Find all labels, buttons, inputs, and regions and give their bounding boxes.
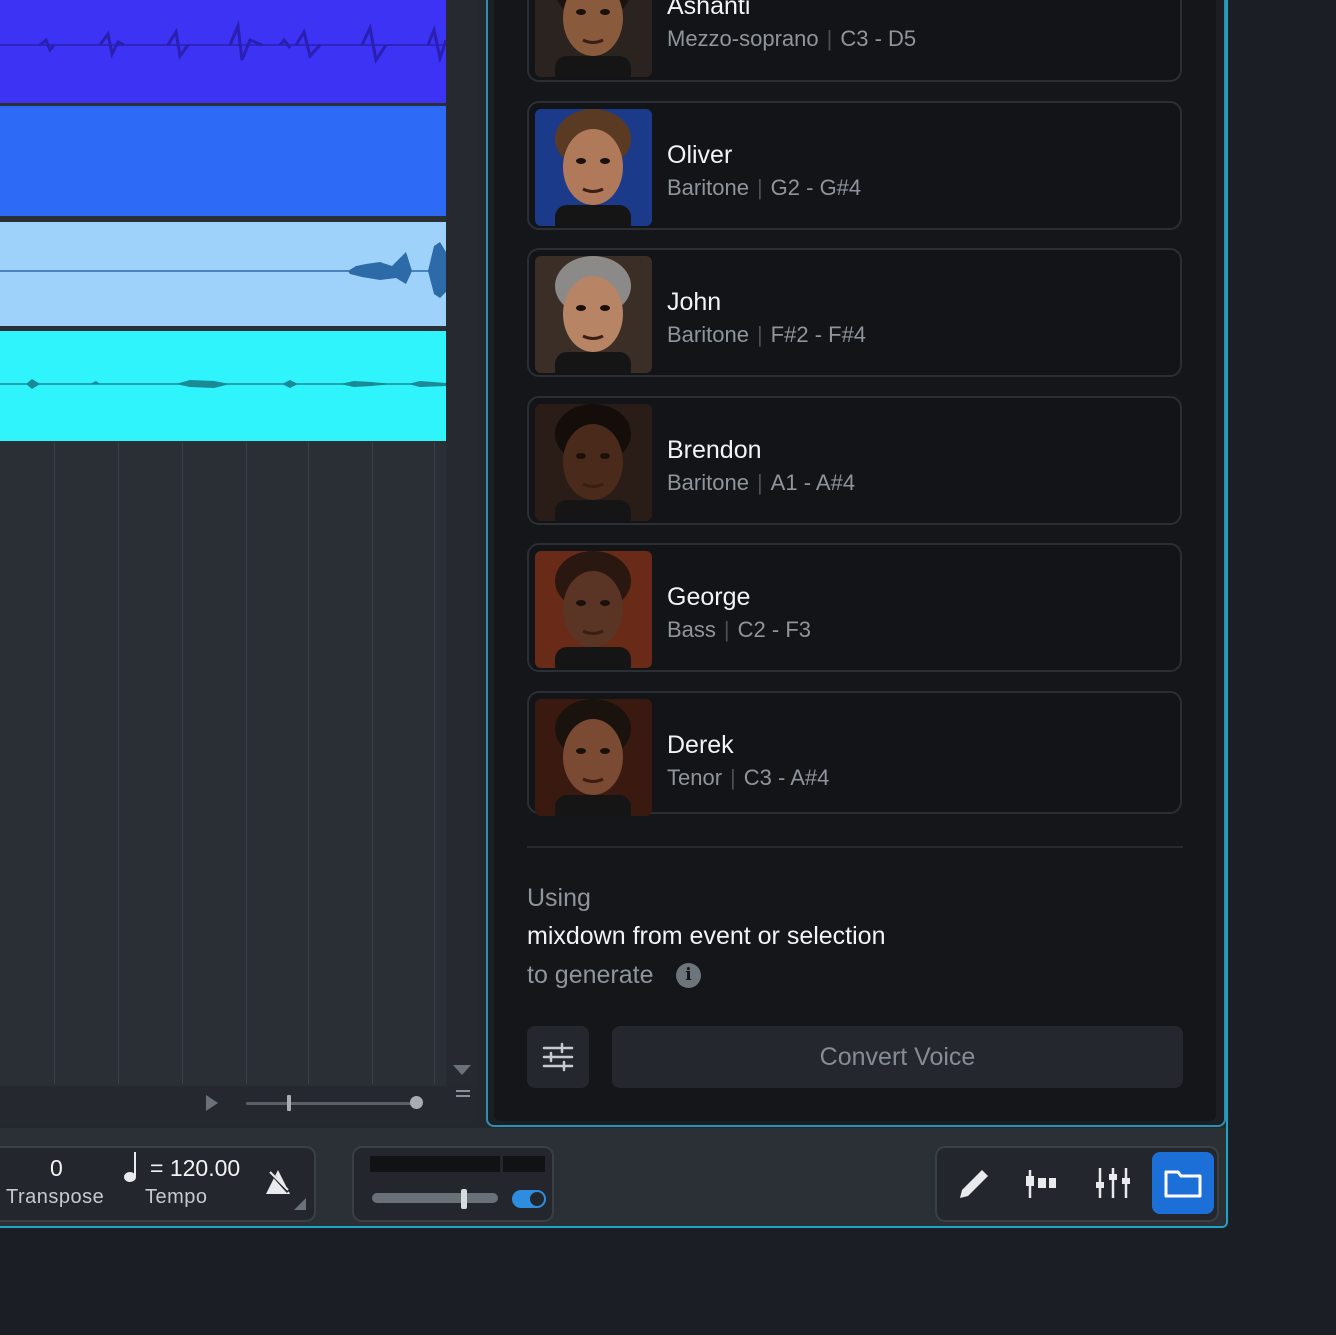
voice-type: Baritone [667,322,749,347]
voice-range: C2 - F3 [737,617,811,642]
tempo-value[interactable]: = 120.00 [150,1155,240,1182]
voice-name: George [667,583,751,611]
voice-name: Brendon [667,436,762,464]
separator: | [756,470,763,495]
arrange-grid [0,442,446,1084]
zoom-marker [287,1095,291,1111]
sliders-icon [542,1042,574,1072]
separator: | [826,26,833,51]
voice-name: Derek [667,731,734,759]
voice-meta: Tenor | C3 - A#4 [667,765,829,791]
avatar [535,0,652,77]
voice-card-oliver[interactable]: Oliver Baritone | G2 - G#4 [527,101,1182,230]
separator: | [756,322,763,347]
using-label: Using [527,884,591,912]
zoom-slider[interactable] [246,1102,418,1105]
convert-voice-button[interactable]: Convert Voice [612,1026,1183,1088]
tempo-label: Tempo [145,1186,208,1208]
level-meter-left [370,1156,500,1172]
avatar [535,109,652,226]
transpose-label: Transpose [6,1186,105,1208]
voice-type: Baritone [667,470,749,495]
avatar [535,256,652,373]
voice-card-brendon[interactable]: Brendon Baritone | A1 - A#4 [527,396,1182,525]
voice-range: F#2 - F#4 [770,322,867,347]
level-meter-right [503,1156,545,1172]
voice-name: John [667,288,722,316]
voice-type: Bass [667,617,716,642]
audio-event-2[interactable] [0,106,446,216]
voice-meta: Baritone | F#2 - F#4 [667,322,866,348]
voice-meta: Mezzo-soprano | C3 - D5 [667,26,916,52]
avatar [535,404,652,521]
voice-name: Oliver [667,141,733,169]
waveform [0,20,446,64]
audio-event-1[interactable] [0,0,446,103]
edit-tool-button[interactable] [942,1152,1004,1214]
settings-button[interactable] [527,1026,589,1088]
audio-event-4[interactable] [0,331,446,441]
transpose-value[interactable]: 0 [50,1155,63,1182]
voice-type: Baritone [667,175,749,200]
to-generate-label: to generate [527,961,654,989]
voice-meta: Baritone | A1 - A#4 [667,470,855,496]
monitor-toggle[interactable] [512,1190,546,1208]
source-selection[interactable]: mixdown from event or selection [527,922,885,951]
volume-slider[interactable] [372,1193,498,1203]
volume-knob[interactable] [461,1189,467,1209]
waveform [0,379,446,389]
quarter-note-icon [124,1152,136,1182]
folder-icon [1164,1170,1202,1198]
voice-card-derek[interactable]: Derek Tenor | C3 - A#4 [527,691,1182,816]
voice-card-george[interactable]: George Bass | C2 - F3 [527,543,1182,672]
gain-tool-button[interactable] [1010,1152,1072,1214]
voice-card-john[interactable]: John Baritone | F#2 - F#4 [527,248,1182,377]
app-window: Ashanti Mezzo-soprano | C3 - D5 Oliver Barito… [0,0,1228,1228]
mixer-button[interactable] [1082,1152,1144,1214]
voice-meta: Bass | C2 - F3 [667,617,811,643]
play-icon[interactable] [206,1095,218,1111]
separator: | [723,617,730,642]
scroll-down-icon[interactable] [453,1065,471,1075]
track-menu-icon[interactable] [456,1090,470,1100]
avatar [535,699,652,816]
voice-type: Tenor [667,765,723,790]
voice-meta: Baritone | G2 - G#4 [667,175,861,201]
vertical-scrollbar[interactable] [446,0,478,1090]
metronome-icon[interactable] [260,1164,308,1212]
voice-type: Mezzo-soprano [667,26,819,51]
pencil-icon [960,1170,988,1198]
clip-gain-icon [1026,1170,1056,1198]
voice-card-ashanti[interactable]: Ashanti Mezzo-soprano | C3 - D5 [527,0,1182,82]
voice-name: Ashanti [667,0,751,20]
separator: | [730,765,736,790]
audio-event-3[interactable] [0,222,446,326]
arrange-view [0,0,478,1122]
info-icon[interactable]: i [676,963,701,988]
avatar [535,551,652,668]
voice-range: G2 - G#4 [770,175,862,200]
voice-range: C3 - A#4 [743,765,830,790]
divider [527,846,1183,848]
zoom-slider-knob[interactable] [410,1096,423,1109]
browser-button[interactable] [1152,1152,1214,1214]
voice-range: C3 - D5 [840,26,917,51]
mixer-icon [1096,1168,1130,1198]
voice-range: A1 - A#4 [770,470,856,495]
separator: | [756,175,763,200]
waveform [0,242,446,298]
